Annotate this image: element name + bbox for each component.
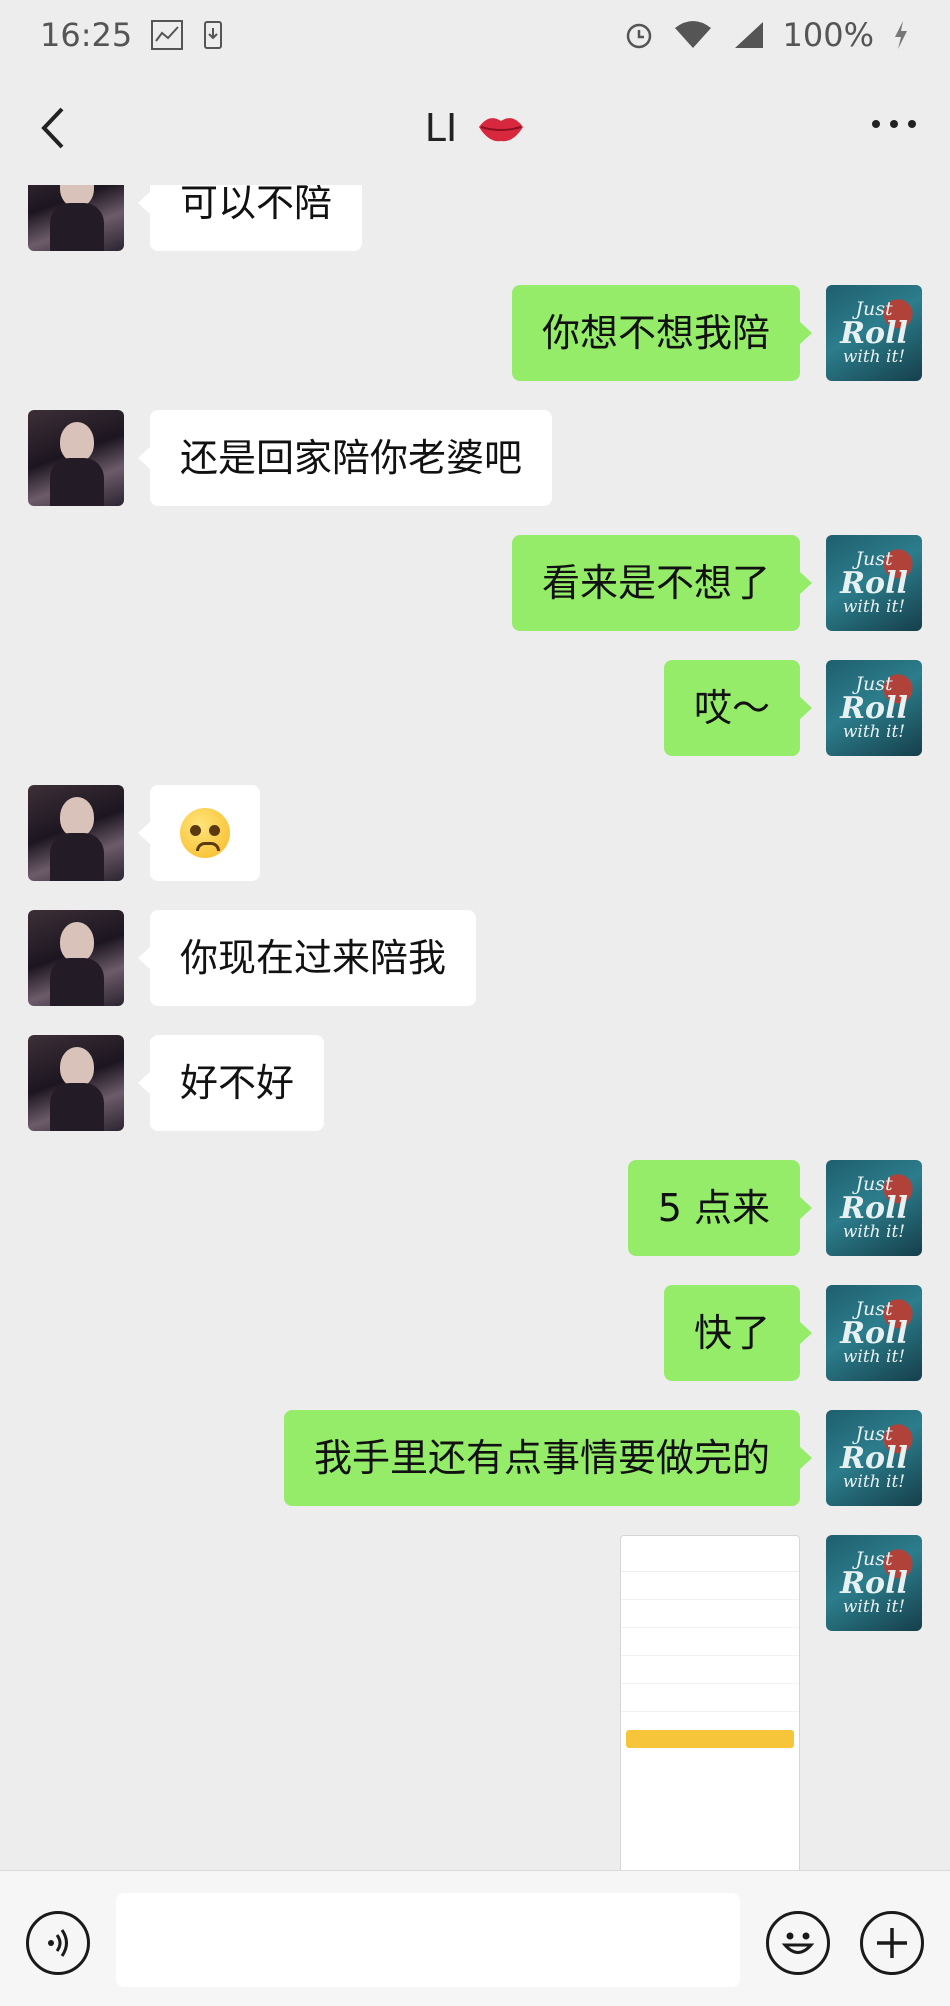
image-message-thumbnail[interactable]: [620, 1535, 800, 1870]
thumbnail-row: [621, 1572, 799, 1600]
message-row: Just Roll with it! 哎～: [663, 660, 922, 756]
more-dot-icon: [890, 120, 898, 128]
chat-header: LI: [0, 70, 950, 185]
message-row: [28, 785, 260, 881]
my-avatar[interactable]: Just Roll with it!: [826, 535, 922, 631]
more-dot-icon: [872, 120, 880, 128]
message-bubble[interactable]: 我手里还有点事情要做完的: [283, 1410, 813, 1506]
message-row: Just Roll with it!: [620, 1535, 922, 1870]
message-row: Just Roll with it! 快了: [663, 1285, 922, 1381]
input-bar: [0, 1870, 950, 2006]
message-bubble[interactable]: 看来是不想了: [511, 535, 813, 631]
thumbnail-row: [621, 1600, 799, 1628]
message-list[interactable]: 可以不陪 Just Roll with it! 你想不想我陪 还是回家陪你老婆吧…: [0, 185, 950, 1870]
message-row: 好不好: [28, 1035, 325, 1131]
my-avatar[interactable]: Just Roll with it!: [826, 1410, 922, 1506]
download-icon: [204, 21, 223, 49]
more-dot-icon: [908, 120, 916, 128]
voice-icon: [48, 1929, 68, 1957]
contact-avatar[interactable]: [28, 910, 124, 1006]
message-input[interactable]: [116, 1893, 740, 1987]
message-row: Just Roll with it! 看来是不想了: [511, 535, 922, 631]
more-options-button[interactable]: [872, 120, 916, 128]
my-avatar[interactable]: Just Roll with it!: [826, 1535, 922, 1631]
chat-title: LI: [425, 106, 525, 150]
message-bubble[interactable]: 还是回家陪你老婆吧: [137, 410, 553, 506]
thumbnail-row: [621, 1684, 799, 1712]
status-bar: 16:25 100%: [0, 0, 950, 70]
status-time: 16:25: [40, 16, 133, 54]
message-bubble[interactable]: 可以不陪: [137, 185, 363, 251]
wifi-icon: [674, 21, 711, 48]
lips-icon: [479, 117, 524, 141]
message-row: Just Roll with it! 5 点来: [627, 1160, 922, 1256]
contact-avatar[interactable]: [28, 1035, 124, 1131]
pleading-face-icon: [180, 808, 230, 858]
message-row: 还是回家陪你老婆吧: [28, 410, 553, 506]
contact-avatar[interactable]: [28, 785, 124, 881]
message-row: 可以不陪: [28, 185, 363, 251]
message-bubble[interactable]: 5 点来: [627, 1160, 813, 1256]
alarm-icon: [626, 23, 651, 49]
message-row: Just Roll with it! 你想不想我陪: [511, 285, 922, 381]
more-functions-button[interactable]: [860, 1911, 924, 1975]
contact-avatar[interactable]: [28, 410, 124, 506]
my-avatar[interactable]: Just Roll with it!: [826, 1160, 922, 1256]
contact-avatar[interactable]: [28, 185, 124, 251]
back-arrow-icon[interactable]: [30, 103, 80, 153]
message-bubble[interactable]: 快了: [663, 1285, 813, 1381]
emoji-message-bubble[interactable]: [138, 785, 260, 881]
my-avatar[interactable]: Just Roll with it!: [826, 660, 922, 756]
message-row: 你现在过来陪我: [28, 910, 477, 1006]
thumbnail-row: [621, 1656, 799, 1684]
my-avatar[interactable]: Just Roll with it!: [826, 1285, 922, 1381]
thumbnail-button: [626, 1730, 794, 1748]
message-row: Just Roll with it! 我手里还有点事情要做完的: [283, 1410, 922, 1506]
message-bubble[interactable]: 哎～: [663, 660, 813, 756]
plus-icon: [877, 1928, 907, 1958]
charging-icon: [895, 21, 907, 49]
my-avatar[interactable]: Just Roll with it!: [826, 285, 922, 381]
voice-input-button[interactable]: [26, 1911, 90, 1975]
battery-level: 100%: [782, 16, 874, 54]
thumbnail-status-strip: [621, 1536, 799, 1550]
message-bubble[interactable]: 你想不想我陪: [511, 285, 813, 381]
contact-name: LI: [424, 105, 458, 150]
signal-icon: [734, 22, 763, 48]
message-bubble[interactable]: 好不好: [137, 1035, 325, 1131]
thumbnail-header: [621, 1550, 799, 1572]
news-app-icon: [151, 20, 184, 50]
emoji-button[interactable]: [766, 1911, 830, 1975]
message-bubble[interactable]: 你现在过来陪我: [137, 910, 477, 1006]
smiley-icon: [781, 1932, 815, 1954]
thumbnail-row: [621, 1628, 799, 1656]
